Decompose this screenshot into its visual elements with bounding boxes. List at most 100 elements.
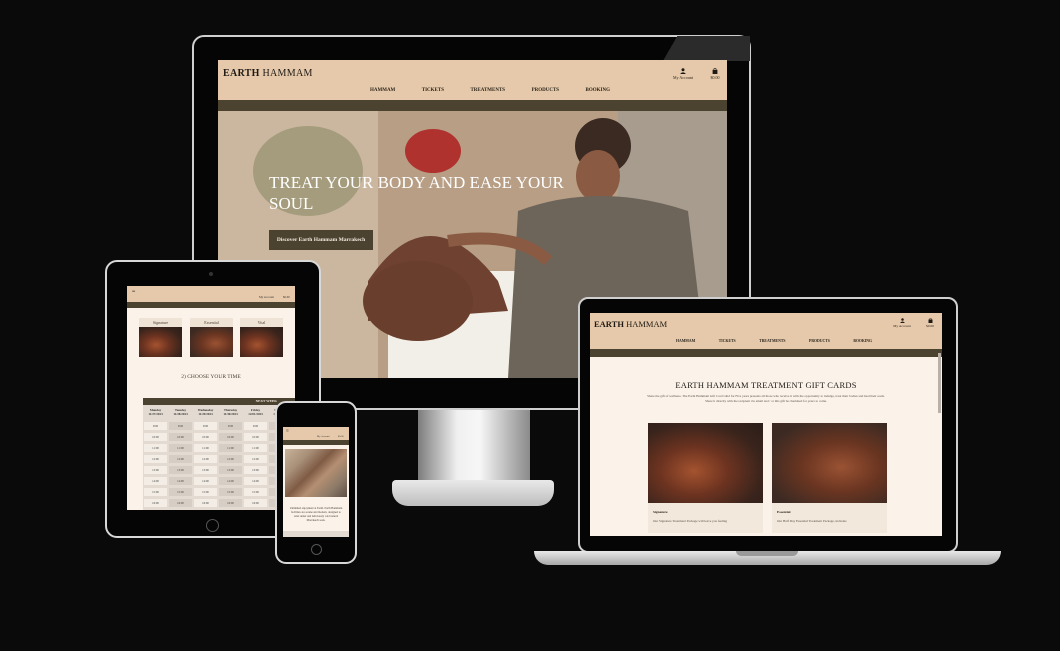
time-slot[interactable]: 15:00 <box>169 487 192 496</box>
cart-total: $0.00 <box>926 324 934 328</box>
time-slot[interactable]: 11:00 <box>169 443 192 452</box>
menu-item-products[interactable]: PRODUCTS <box>809 339 830 343</box>
package-image <box>190 327 233 357</box>
timetable-row: 11:0011:0011:0011:0011:0011:00 <box>143 442 295 453</box>
cart-link[interactable]: $0.00 <box>923 318 937 328</box>
time-slot[interactable]: 14:00 <box>144 476 167 485</box>
package-image <box>139 327 182 357</box>
phone-bottom-bar <box>283 531 349 537</box>
time-slot[interactable]: 13:00 <box>169 465 192 474</box>
day-header: Friday 12/01/2023 <box>248 408 263 416</box>
time-slot[interactable]: 9:00 <box>144 421 167 430</box>
time-slot[interactable]: 12:00 <box>144 454 167 463</box>
bag-icon <box>712 68 718 74</box>
timetable-row: 13:0013:0013:0013:0013:0013:00 <box>143 464 295 475</box>
site-logo[interactable]: EARTH HAMMAM <box>594 319 667 329</box>
phone-account-label[interactable]: My Account <box>317 435 329 438</box>
account-link[interactable]: My Account <box>670 68 696 80</box>
gift-card-essential[interactable]: Essential Our Half Day Essential Treatme… <box>772 423 887 533</box>
time-slot[interactable]: 12:00 <box>219 454 242 463</box>
time-slot[interactable]: 13:00 <box>144 465 167 474</box>
time-slot[interactable]: 16:00 <box>244 498 267 507</box>
package-card-vital[interactable]: Vital <box>240 318 283 360</box>
time-slot[interactable]: 9:00 <box>244 421 267 430</box>
time-slot[interactable]: 15:00 <box>144 487 167 496</box>
timetable-row: 12:0012:0012:0012:0012:0012:00 <box>143 453 295 464</box>
account-link[interactable]: My Account <box>890 318 914 328</box>
logo-bold: EARTH <box>223 68 260 79</box>
day-header: Tuesday 11/28/2023 <box>173 408 188 416</box>
time-slot[interactable]: 11:00 <box>219 443 242 452</box>
hamburger-icon[interactable]: ≡ <box>286 429 289 434</box>
time-slot[interactable]: 9:00 <box>169 421 192 430</box>
gift-card-name: Essential <box>777 510 791 514</box>
time-slot[interactable]: 13:00 <box>244 465 267 474</box>
time-slot[interactable]: 10:00 <box>219 432 242 441</box>
menu-item-treatments[interactable]: TREATMENTS <box>470 88 505 93</box>
time-slot[interactable]: 10:00 <box>194 432 217 441</box>
menu-item-treatments[interactable]: TREATMENTS <box>759 339 785 343</box>
time-slot[interactable]: 13:00 <box>194 465 217 474</box>
time-slot[interactable]: 15:00 <box>244 487 267 496</box>
package-image <box>240 327 283 357</box>
logo-rest: HAMMAM <box>623 319 668 329</box>
user-icon <box>899 318 905 323</box>
timetable-row: 10:0010:0010:0010:0010:0010:00 <box>143 431 295 442</box>
gift-card-signature[interactable]: Signature Our Signature Treatment Packag… <box>648 423 763 533</box>
time-slot[interactable]: 11:00 <box>244 443 267 452</box>
time-slot[interactable]: 9:00 <box>219 421 242 430</box>
menu-item-hammam[interactable]: HAMMAM <box>370 88 395 93</box>
time-slot[interactable]: 14:00 <box>244 476 267 485</box>
phone-cart-label[interactable]: $0.00 <box>338 435 344 438</box>
time-slot[interactable]: 13:00 <box>219 465 242 474</box>
menu-item-booking[interactable]: BOOKING <box>853 339 872 343</box>
time-slot[interactable]: 14:00 <box>219 476 242 485</box>
time-slot[interactable]: 16:00 <box>194 498 217 507</box>
menu-item-booking[interactable]: BOOKING <box>586 88 610 93</box>
day-header: Thursday 11/30/2023 <box>223 408 238 416</box>
laptop-site-header: EARTH HAMMAM HAMMAM TICKETS TREATMENTS P… <box>590 313 942 349</box>
phone-header: ≡ My Account $0.00 <box>283 427 349 440</box>
time-slot[interactable]: 14:00 <box>169 476 192 485</box>
package-card-signature[interactable]: Signature <box>139 318 182 360</box>
time-slot[interactable]: 10:00 <box>169 432 192 441</box>
menu-item-tickets[interactable]: TICKETS <box>719 339 736 343</box>
time-slot[interactable]: 16:00 <box>144 498 167 507</box>
time-slot[interactable]: 16:00 <box>219 498 242 507</box>
package-card-essential[interactable]: Essential <box>190 318 233 360</box>
hamburger-icon[interactable]: ≡ <box>132 289 135 295</box>
gift-card-name: Signature <box>653 510 668 514</box>
time-slot[interactable]: 15:00 <box>219 487 242 496</box>
package-label: Essential <box>190 318 233 327</box>
header-divider-bar <box>590 349 942 357</box>
tablet-header: ≡ My Account $0.00 <box>127 286 295 302</box>
time-slot[interactable]: 16:00 <box>169 498 192 507</box>
discover-button[interactable]: Discover Earth Hammam Marrakech <box>269 230 373 250</box>
tablet-account-label[interactable]: My Account <box>259 295 274 299</box>
time-slot[interactable]: 12:00 <box>194 454 217 463</box>
time-slot[interactable]: 9:00 <box>194 421 217 430</box>
time-slot[interactable]: 11:00 <box>144 443 167 452</box>
time-slot[interactable]: 10:00 <box>144 432 167 441</box>
menu-item-hammam[interactable]: HAMMAM <box>676 339 695 343</box>
time-slot[interactable]: 10:00 <box>244 432 267 441</box>
day-header: Wednesday 11/29/2023 <box>197 408 214 416</box>
menu-item-products[interactable]: PRODUCTS <box>532 88 560 93</box>
cart-link[interactable]: $0.00 <box>708 68 722 80</box>
time-slot[interactable]: 12:00 <box>169 454 192 463</box>
time-slot[interactable]: 14:00 <box>194 476 217 485</box>
menu-item-tickets[interactable]: TICKETS <box>422 88 444 93</box>
monitor-gloss <box>640 36 750 61</box>
phone-hero-image <box>285 449 347 497</box>
site-logo[interactable]: EARTH HAMMAM <box>223 68 313 79</box>
tablet-home-button <box>206 519 219 532</box>
time-slot[interactable]: 12:00 <box>244 454 267 463</box>
time-slot[interactable]: 15:00 <box>194 487 217 496</box>
next-week-button[interactable]: NEXT WEEK <box>256 399 277 403</box>
phone-intro-text: Unlimited enjoyment at Earth. Earth Hamm… <box>289 507 343 522</box>
gift-card-image <box>772 423 887 503</box>
phone-screen: ≡ My Account $0.00 Unlimited enjoyment a… <box>283 427 349 537</box>
tablet-cart-label[interactable]: $0.00 <box>283 295 290 299</box>
site-header: EARTH HAMMAM HAMMAM TICKETS TREATMENTS P… <box>218 60 727 100</box>
time-slot[interactable]: 11:00 <box>194 443 217 452</box>
